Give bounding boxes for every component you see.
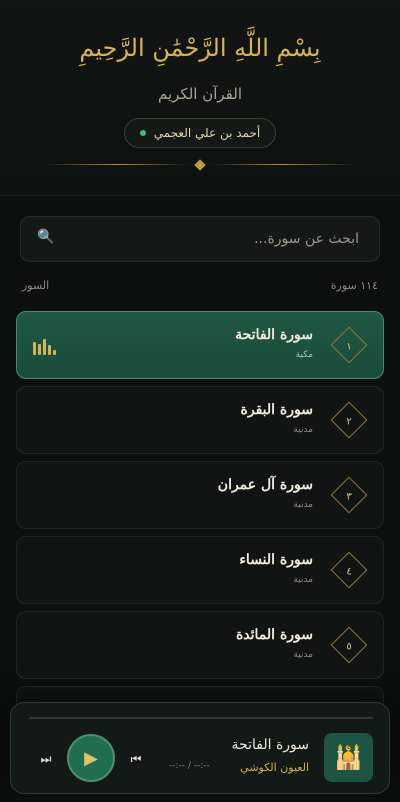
status-dot xyxy=(139,130,146,136)
surah-name: سورة البقرة xyxy=(240,402,313,418)
surah-number-badge: ٣ xyxy=(330,476,368,514)
reciter-name: أحمد بن علي العجمي xyxy=(153,126,261,140)
surah-type: مكية xyxy=(295,350,313,360)
surah-number-badge: ٥ xyxy=(330,626,368,664)
skip-previous-icon[interactable]: ⏮ xyxy=(127,750,145,768)
surah-name: سورة آل عمران xyxy=(217,477,313,493)
basmala-text: بِسْمِ اللَّهِ الرَّحْمَٰنِ الرَّحِيمِ xyxy=(79,34,321,62)
surah-type: مدنية xyxy=(293,575,313,585)
divider-diamond xyxy=(194,159,206,171)
surah-card[interactable]: ٥ سورة المائدة مدنية xyxy=(16,611,384,679)
player-reciter: العيون الكوشي xyxy=(240,761,309,774)
play-icon[interactable]: ▶ xyxy=(67,734,115,782)
progress-bar[interactable] xyxy=(29,717,373,719)
surah-number-badge: ٤ xyxy=(330,551,368,589)
surah-name: سورة الفاتحة xyxy=(235,327,313,343)
equalizer-icon xyxy=(33,339,56,355)
surah-card[interactable]: ٢ سورة البقرة مدنية xyxy=(16,386,384,454)
divider-line-left xyxy=(44,164,192,165)
surah-type: مدنية xyxy=(293,650,313,660)
surah-card[interactable]: ٤ سورة النساء مدنية xyxy=(16,536,384,604)
surah-card[interactable]: ٣ سورة آل عمران مدنية xyxy=(16,461,384,529)
player-title: سورة الفاتحة xyxy=(231,737,309,753)
surah-list-label: السور xyxy=(22,279,50,292)
divider-line-right xyxy=(208,164,356,165)
reciter-selector[interactable]: أحمد بن علي العجمي xyxy=(124,118,276,148)
surah-list-header: ١١٤ سورة السور xyxy=(22,279,378,292)
surah-type: مدنية xyxy=(293,425,313,435)
surah-type: مدنية xyxy=(293,500,313,510)
search-input[interactable] xyxy=(41,231,359,247)
search-box[interactable]: 🔍 xyxy=(20,216,380,262)
surah-number-badge: ٢ xyxy=(330,401,368,439)
time-display: --:-- / --:-- xyxy=(169,761,210,771)
surah-name: سورة المائدة xyxy=(235,627,313,643)
skip-next-icon[interactable]: ⏭ xyxy=(37,750,55,768)
mosque-icon: 🕌 xyxy=(324,733,373,782)
search-icon[interactable]: 🔍 xyxy=(37,229,54,245)
audio-player: 🕌 سورة الفاتحة العيون الكوشي --:-- / --:… xyxy=(10,702,390,794)
page-title: القرآن الكريم xyxy=(157,85,242,103)
surah-card[interactable]: ١ سورة الفاتحة مكية xyxy=(16,311,384,379)
surah-number-badge: ١ xyxy=(330,326,368,364)
app-header: بِسْمِ اللَّهِ الرَّحْمَٰنِ الرَّحِيمِ ا… xyxy=(0,0,400,196)
surah-count: ١١٤ سورة xyxy=(330,279,378,292)
surah-name: سورة النساء xyxy=(239,552,313,568)
